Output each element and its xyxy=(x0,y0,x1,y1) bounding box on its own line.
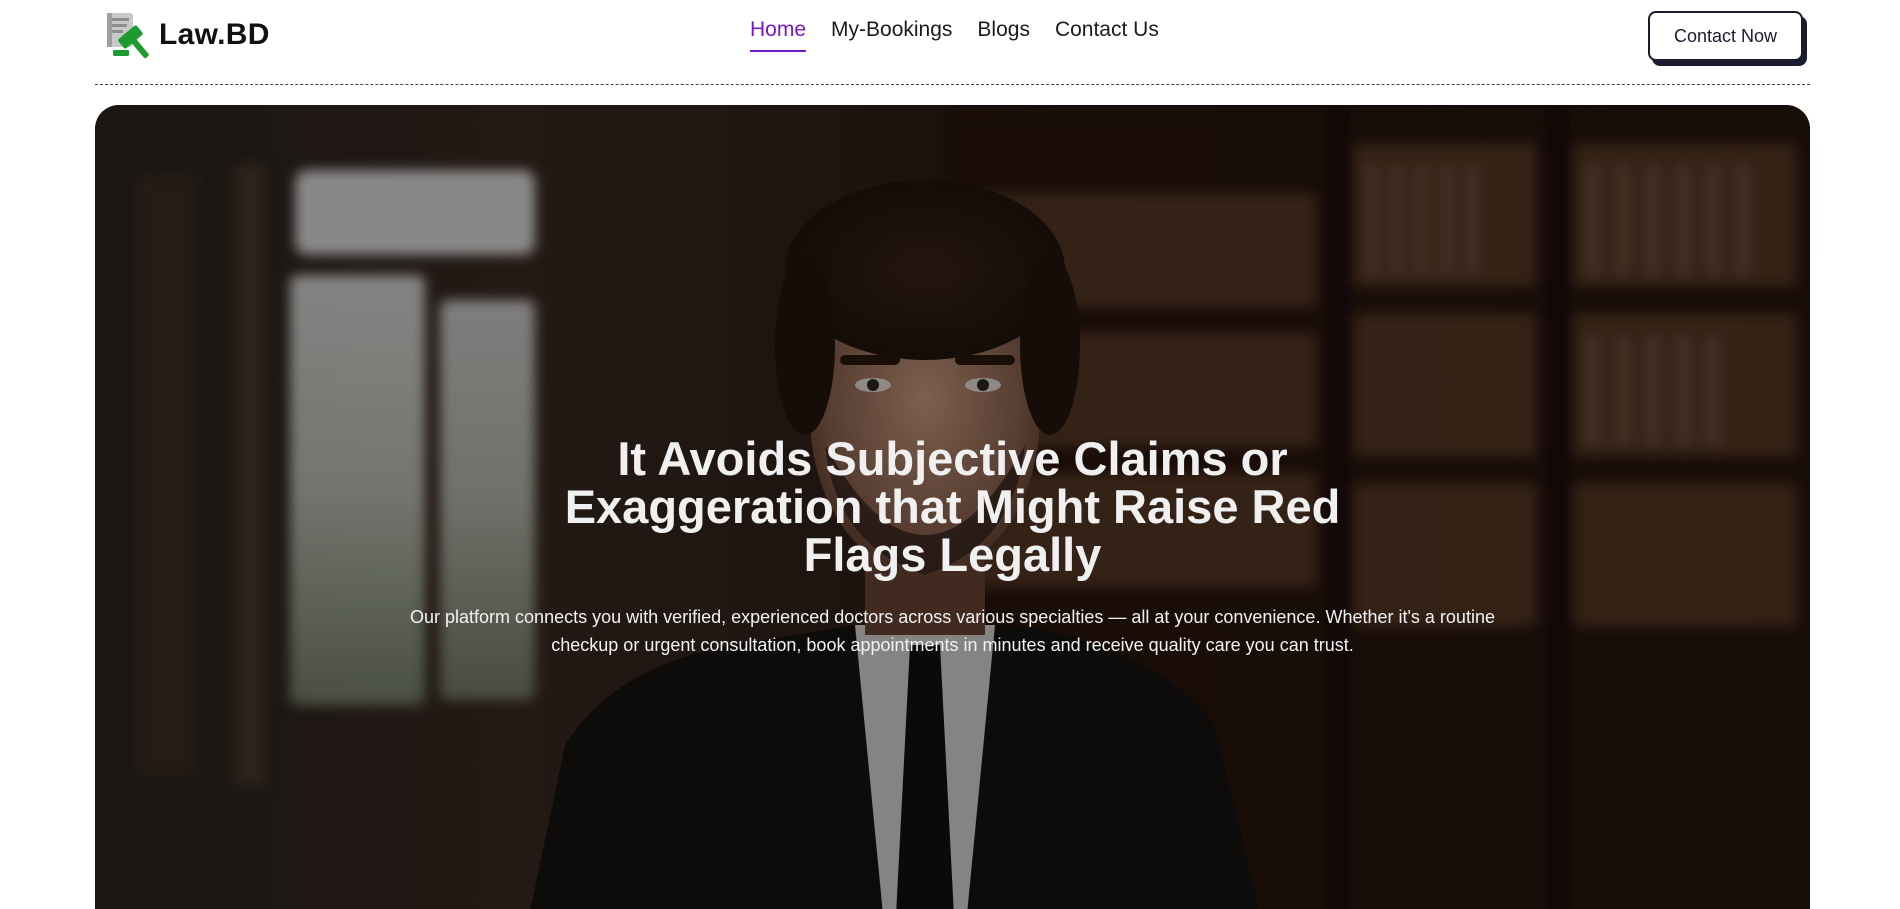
hero-description: Our platform connects you with verified,… xyxy=(410,607,1495,655)
hero-title: It Avoids Subjective Claims or Exaggerat… xyxy=(564,432,1341,581)
brand-name: Law.BD xyxy=(159,18,270,51)
hero-banner: It Avoids Subjective Claims or Exaggerat… xyxy=(95,105,1810,909)
law-gavel-document-icon xyxy=(103,10,153,60)
page: Law.BD Home My-Bookings Blogs Contact Us… xyxy=(0,0,1900,909)
nav-link-home[interactable]: Home xyxy=(750,14,807,52)
nav-link-blogs[interactable]: Blogs xyxy=(977,14,1030,46)
nav-link-contact-us[interactable]: Contact Us xyxy=(1055,14,1159,46)
hero-content: It Avoids Subjective Claims or Exaggerat… xyxy=(95,435,1810,659)
contact-now-button[interactable]: Contact Now xyxy=(1648,11,1803,61)
nav-link-my-bookings[interactable]: My-Bookings xyxy=(831,14,952,46)
navbar: Law.BD Home My-Bookings Blogs Contact Us… xyxy=(95,0,1810,72)
brand-logo[interactable]: Law.BD xyxy=(103,10,270,60)
main-nav: Home My-Bookings Blogs Contact Us xyxy=(750,0,1159,60)
header-divider xyxy=(95,84,1810,85)
